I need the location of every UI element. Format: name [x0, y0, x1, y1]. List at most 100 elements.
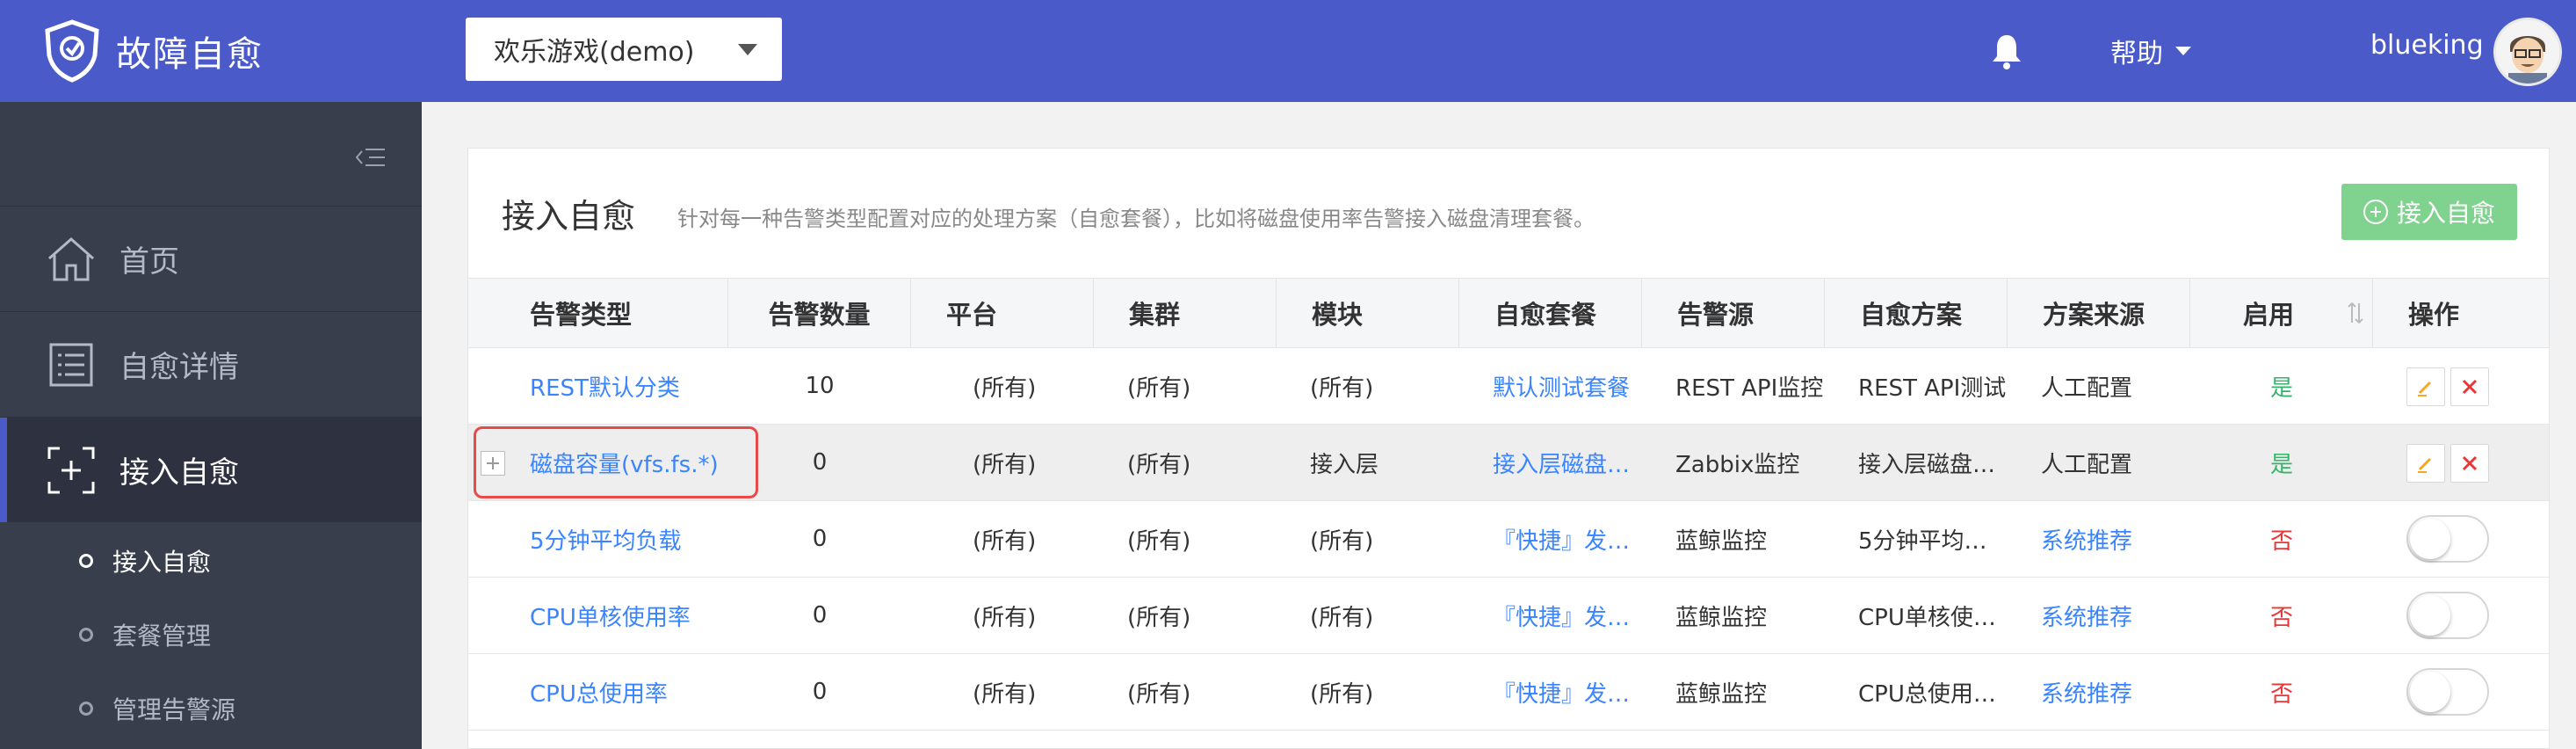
username[interactable]: blueking: [2370, 30, 2484, 61]
edit-button[interactable]: [2406, 444, 2445, 483]
heal-package-link[interactable]: 『快捷』发…: [1493, 578, 1630, 653]
solution-origin-cell: 人工配置: [2041, 451, 2133, 478]
sidebar: 首页 自愈详情 接入自愈 接入自愈 套餐管理 管理告警源: [0, 102, 422, 749]
module-cell: (所有): [1310, 604, 1374, 631]
sidebar-item-access-heal[interactable]: 接入自愈: [0, 417, 422, 522]
heal-package-link[interactable]: 接入层磁盘…: [1493, 425, 1630, 500]
alarm-count: 0: [812, 602, 828, 629]
page-description: 针对每一种告警类型配置对应的处理方案（自愈套餐），比如将磁盘使用率告警接入磁盘清…: [677, 207, 1595, 231]
avatar[interactable]: [2493, 18, 2562, 86]
help-menu[interactable]: 帮助: [2110, 32, 2191, 70]
bullet-icon: [79, 628, 93, 642]
column-header-module: 模块: [1277, 279, 1459, 347]
alarm-type-link[interactable]: CPU单核使用率: [530, 578, 691, 653]
enable-toggle[interactable]: [2406, 515, 2489, 563]
table-header: 告警类型 告警数量 平台 集群 模块 自愈套餐 告警源 自愈方案 方案来源 启用…: [468, 278, 2549, 348]
column-header-alarm-source: 告警源: [1642, 279, 1825, 347]
alarm-count: 0: [812, 526, 828, 552]
edit-button[interactable]: [2406, 367, 2445, 406]
table-row: REST默认分类 10 (所有) (所有) (所有) 默认测试套餐 REST A…: [468, 348, 2549, 425]
platform-cell: (所有): [973, 604, 1037, 631]
add-access-button-label: 接入自愈: [2396, 199, 2495, 228]
user-avatar-icon: [2496, 20, 2559, 84]
heal-solution-cell: REST API测试: [1858, 374, 2007, 402]
home-icon: [48, 236, 94, 280]
enable-toggle[interactable]: [2406, 592, 2489, 639]
caret-down-icon: [2175, 47, 2191, 55]
platform-cell: (所有): [973, 527, 1037, 555]
top-bar: 故障自愈 欢乐游戏(demo) 帮助 blueking: [0, 0, 2576, 102]
module-cell: (所有): [1310, 374, 1374, 402]
alarm-source-cell: Zabbix监控: [1675, 451, 1800, 478]
column-header-cluster: 集群: [1094, 279, 1277, 347]
alarm-source-cell: 蓝鲸监控: [1675, 527, 1768, 555]
sort-icon[interactable]: [2347, 300, 2364, 326]
solution-origin-link[interactable]: 系统推荐: [2041, 578, 2132, 653]
cluster-cell: (所有): [1127, 604, 1191, 631]
plus-circle-icon: [2363, 200, 2388, 224]
alarm-type-link[interactable]: REST默认分类: [530, 348, 680, 424]
enabled-status: 否: [2269, 604, 2293, 631]
business-select[interactable]: 欢乐游戏(demo): [466, 18, 782, 81]
sidebar-item-label: 首页: [119, 244, 179, 280]
alarm-source-cell: 蓝鲸监控: [1675, 680, 1768, 708]
collapse-sidebar-icon[interactable]: [355, 144, 387, 171]
close-icon: [2462, 455, 2478, 471]
column-header-alarm-type: 告警类型: [468, 279, 728, 347]
alarm-type-link[interactable]: CPU总使用率: [530, 654, 668, 730]
sidebar-subitem-alarm-sources[interactable]: 管理告警源: [0, 672, 422, 745]
alarm-count: 0: [812, 449, 828, 476]
column-header-enabled[interactable]: 启用: [2190, 279, 2373, 347]
logo-shield-icon: [45, 19, 99, 83]
column-header-platform: 平台: [911, 279, 1094, 347]
sidebar-item-heal-details[interactable]: 自愈详情: [0, 311, 422, 417]
help-label: 帮助: [2110, 39, 2163, 69]
toggle-knob: [2410, 519, 2450, 559]
close-icon: [2462, 379, 2478, 395]
business-select-value: 欢乐游戏(demo): [494, 37, 695, 68]
column-header-actions: 操作: [2408, 300, 2460, 330]
sidebar-item-home[interactable]: 首页: [0, 206, 422, 311]
sidebar-subitem-access-heal[interactable]: 接入自愈: [0, 524, 422, 598]
module-cell: 接入层: [1310, 451, 1379, 478]
pencil-icon: [2418, 381, 2432, 396]
sidebar-subitem-label: 管理告警源: [112, 695, 236, 724]
brand[interactable]: 故障自愈: [40, 16, 264, 86]
heal-package-link[interactable]: 『快捷』发…: [1493, 654, 1630, 730]
main-panel: 接入自愈 针对每一种告警类型配置对应的处理方案（自愈套餐），比如将磁盘使用率告警…: [467, 148, 2550, 749]
table-row: 磁盘容量(vfs.fs.*) 0 (所有) (所有) 接入层 接入层磁盘… Za…: [468, 425, 2549, 501]
sidebar-subitem-package-management[interactable]: 套餐管理: [0, 598, 422, 672]
delete-button[interactable]: [2450, 367, 2489, 406]
cluster-cell: (所有): [1127, 451, 1191, 478]
list-icon: [49, 343, 93, 386]
enabled-status: 否: [2269, 527, 2293, 555]
caret-down-icon: [738, 44, 757, 55]
sidebar-item-label: 自愈详情: [119, 350, 239, 385]
heal-solution-cell: 5分钟平均…: [1858, 527, 1987, 555]
bell-icon[interactable]: [1989, 32, 2024, 70]
alarm-type-link[interactable]: 5分钟平均负载: [530, 501, 682, 577]
sidebar-subitem-label: 接入自愈: [112, 548, 212, 577]
solution-origin-link[interactable]: 系统推荐: [2041, 654, 2132, 730]
column-header-solution-origin: 方案来源: [2008, 279, 2190, 347]
enabled-status: 否: [2269, 680, 2293, 708]
heal-package-link[interactable]: 默认测试套餐: [1493, 348, 1630, 424]
bullet-icon: [79, 702, 93, 716]
cluster-cell: (所有): [1127, 527, 1191, 555]
column-header-heal-package: 自愈套餐: [1459, 279, 1642, 347]
delete-button[interactable]: [2450, 444, 2489, 483]
add-access-button[interactable]: 接入自愈: [2341, 184, 2517, 240]
module-cell: (所有): [1310, 680, 1374, 708]
sidebar-item-label: 接入自愈: [119, 455, 239, 491]
table-row: CPU单核使用率 0 (所有) (所有) (所有) 『快捷』发… 蓝鲸监控 CP…: [468, 578, 2549, 654]
enable-toggle[interactable]: [2406, 668, 2489, 716]
solution-origin-cell: 人工配置: [2041, 374, 2133, 402]
enabled-status: 是: [2269, 451, 2293, 478]
heal-package-link[interactable]: 『快捷』发…: [1493, 501, 1630, 577]
solution-origin-link[interactable]: 系统推荐: [2041, 501, 2132, 577]
column-header-heal-solution: 自愈方案: [1825, 279, 2008, 347]
bullet-icon: [79, 554, 93, 568]
alarm-type-link[interactable]: 磁盘容量(vfs.fs.*): [530, 425, 719, 500]
platform-cell: (所有): [973, 451, 1037, 478]
access-icon: [47, 447, 95, 493]
